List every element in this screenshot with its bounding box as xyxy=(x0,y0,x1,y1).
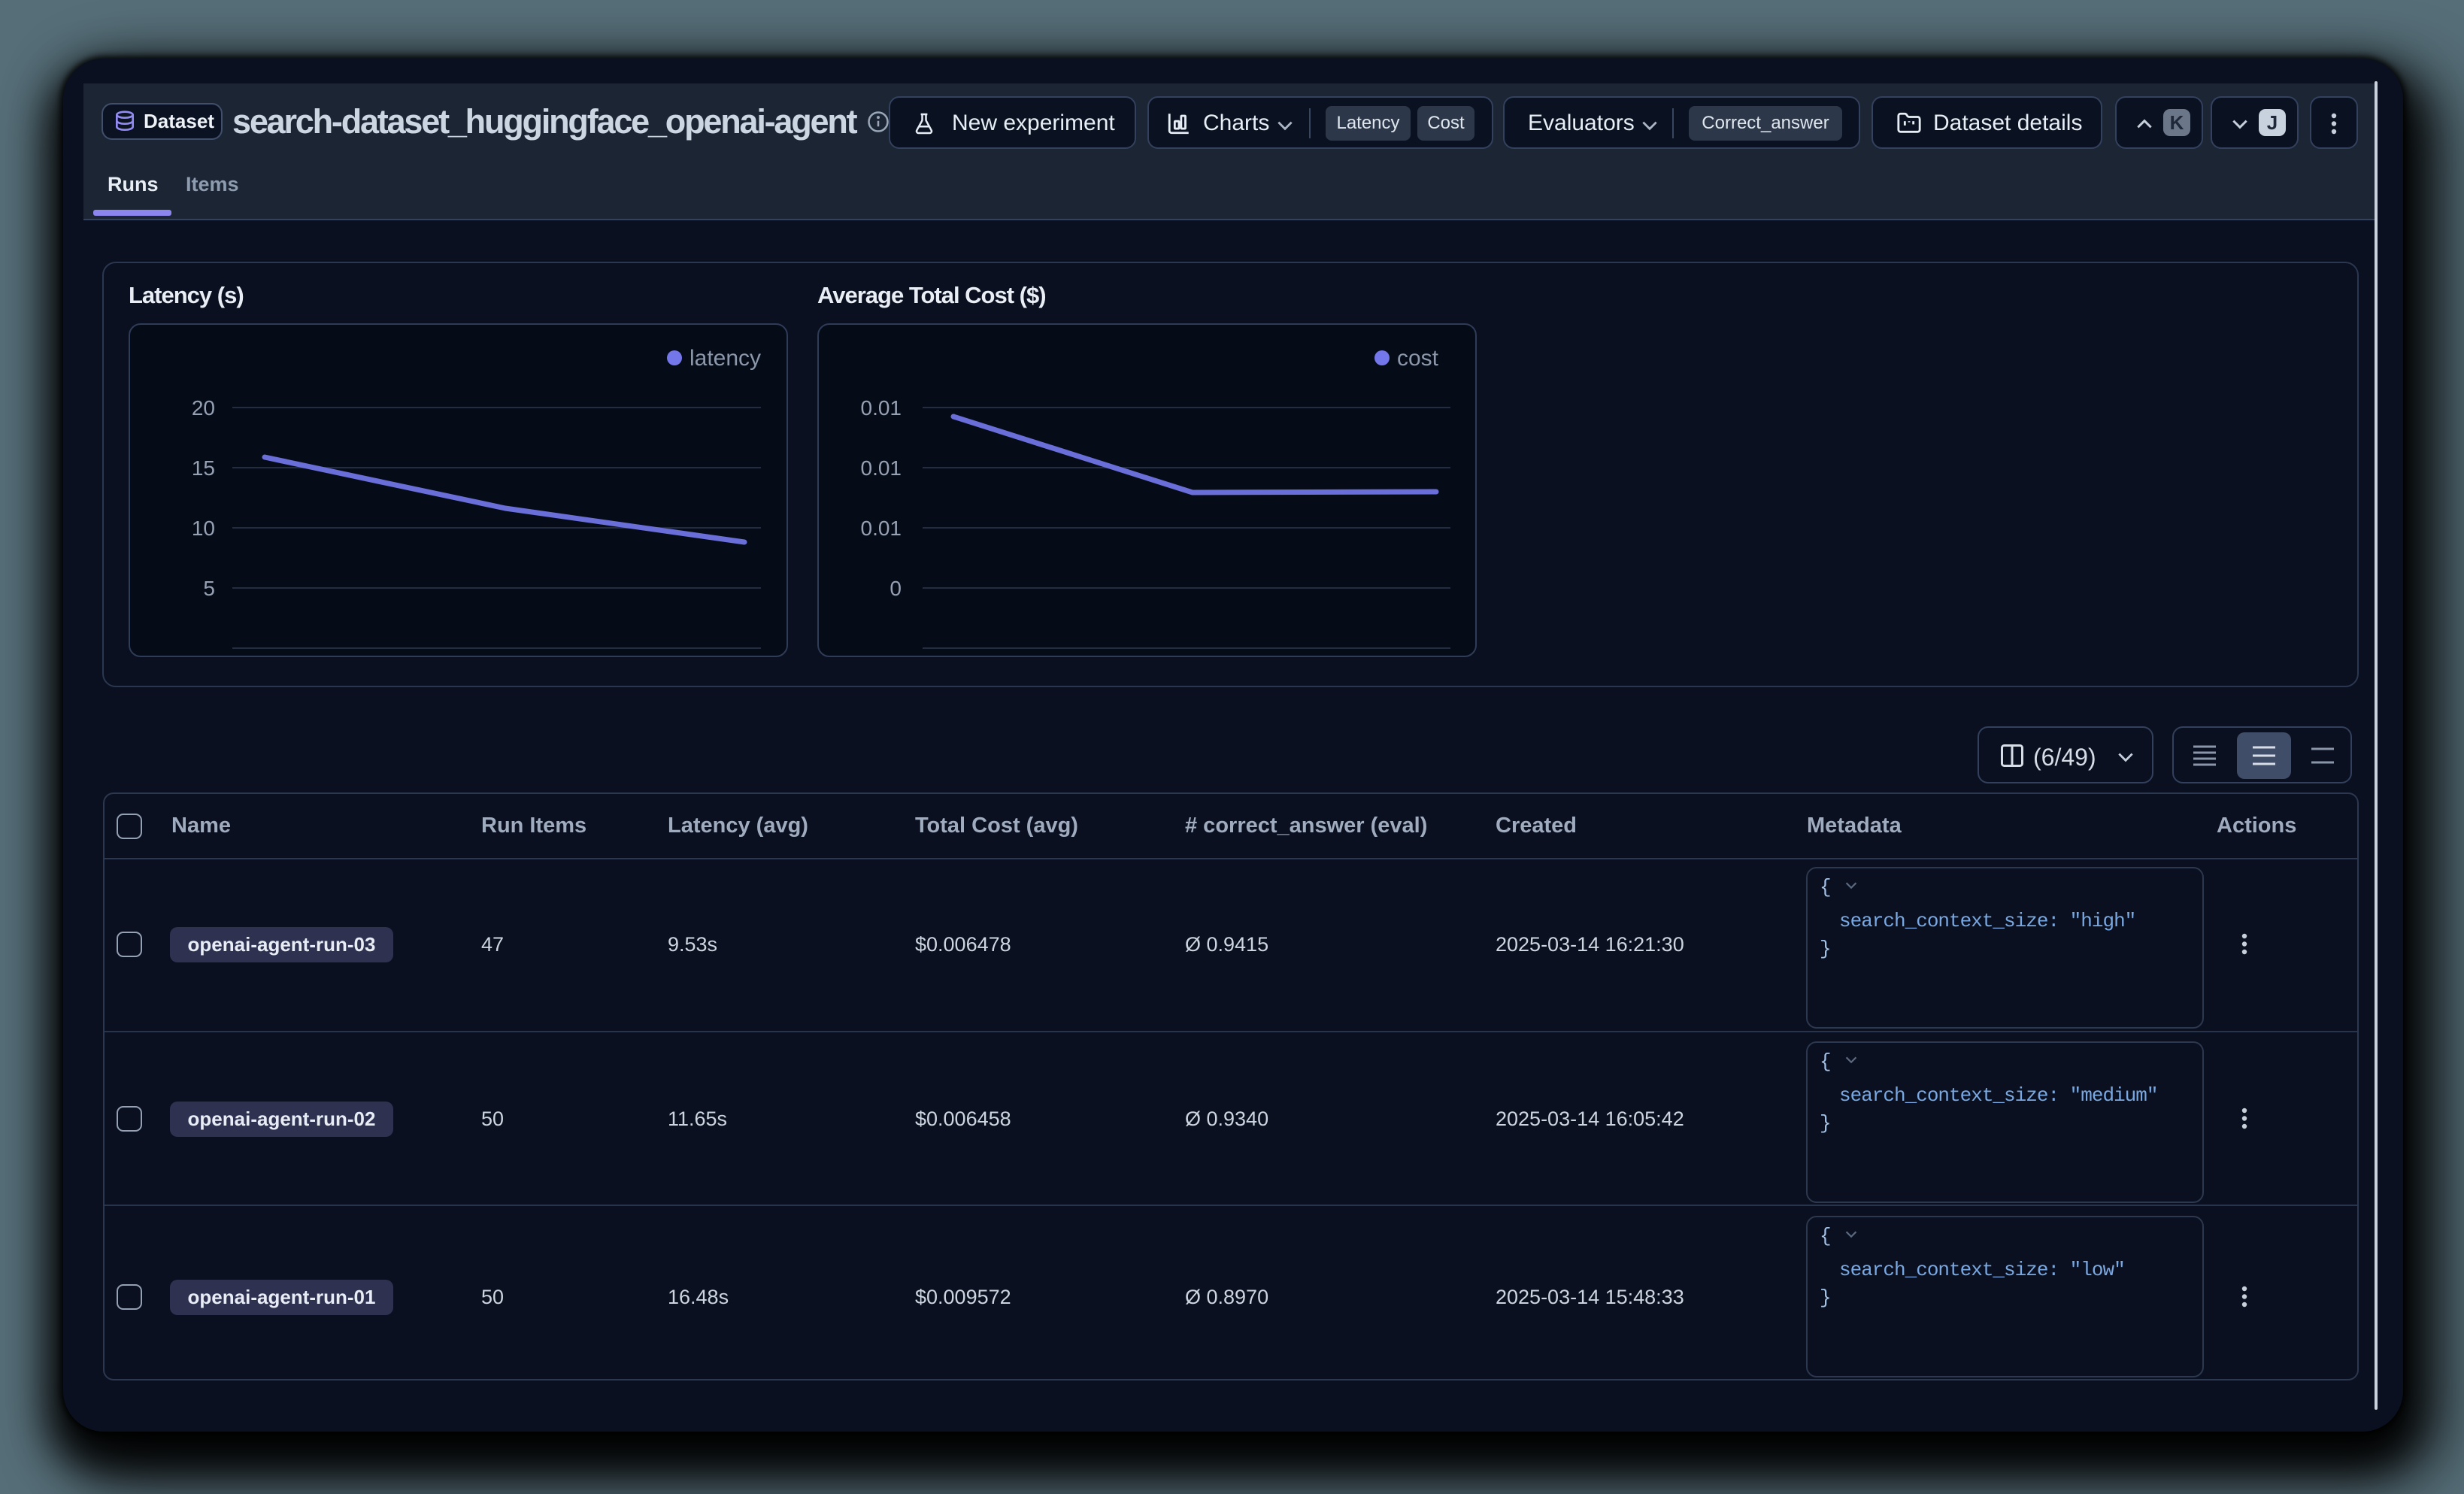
svg-text:0.01: 0.01 xyxy=(861,517,902,540)
svg-text:5: 5 xyxy=(203,577,215,600)
svg-text:10: 10 xyxy=(192,517,215,540)
svg-text:cost: cost xyxy=(1397,346,1439,371)
svg-text:latency: latency xyxy=(689,346,761,371)
svg-text:20: 20 xyxy=(192,396,215,420)
svg-text:0.01: 0.01 xyxy=(861,456,902,480)
svg-text:15: 15 xyxy=(192,456,215,480)
svg-text:0: 0 xyxy=(890,577,902,600)
svg-text:0.01: 0.01 xyxy=(861,396,902,420)
